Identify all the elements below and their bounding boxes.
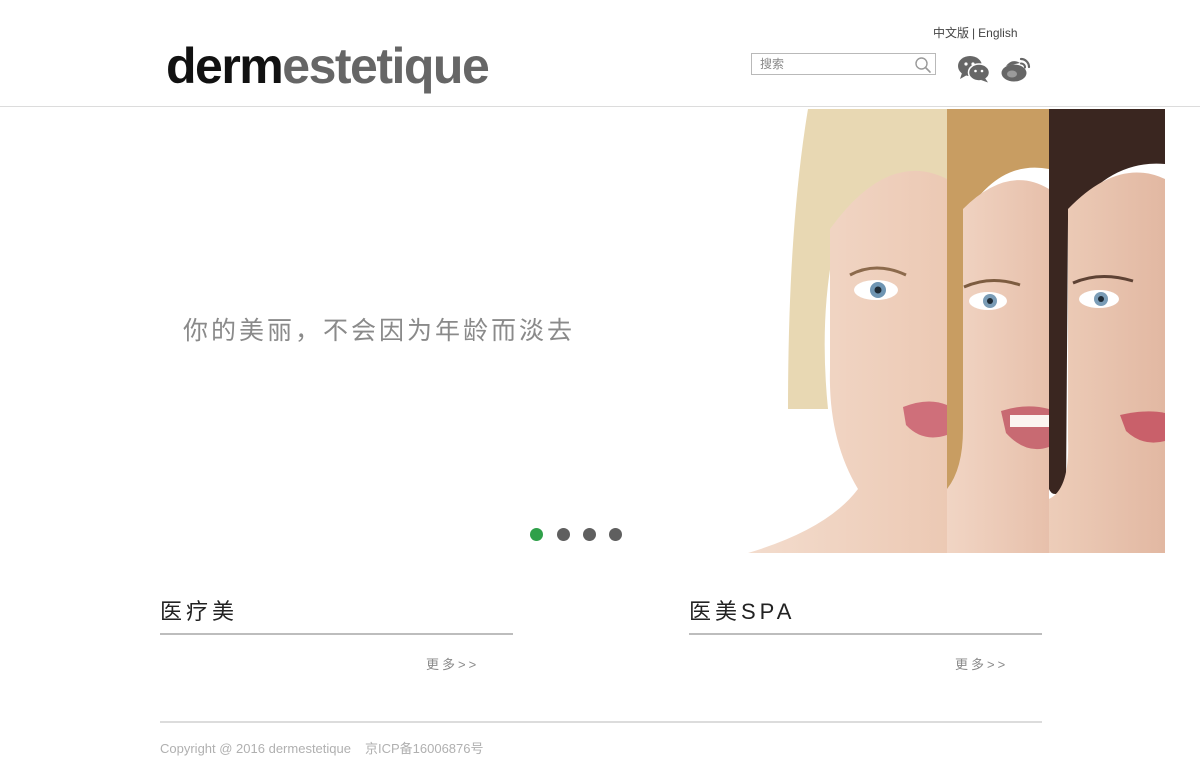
footer-divider — [160, 721, 1042, 723]
logo-light-text: estetique — [282, 38, 490, 94]
slider-dot-4[interactable] — [609, 528, 622, 541]
search-icon[interactable] — [914, 56, 932, 74]
brand-logo[interactable]: dermestetique — [166, 38, 490, 94]
copyright-text: Copyright @ 2016 dermestetique — [160, 741, 351, 756]
wechat-icon[interactable] — [957, 54, 991, 84]
search-input[interactable] — [752, 54, 920, 74]
language-switcher: 中文版 | English — [933, 24, 1018, 41]
slider-dot-3[interactable] — [583, 528, 596, 541]
weibo-icon[interactable] — [1000, 54, 1034, 84]
more-link[interactable]: 更多>> — [426, 654, 479, 673]
section-medical-spa: 医美SPA 更多>> — [689, 598, 1042, 672]
search-box — [751, 53, 936, 75]
icp-license-link[interactable]: 京ICP备16006876号 — [365, 741, 484, 756]
hero-slogan: 你的美丽，不会因为年龄而淡去 — [183, 317, 576, 345]
lang-chinese-link[interactable]: 中文版 — [933, 26, 969, 40]
faces-photo — [748, 109, 1165, 553]
lang-separator: | — [972, 26, 976, 40]
more-link[interactable]: 更多>> — [955, 654, 1008, 673]
logo-dark-text: derm — [166, 38, 284, 94]
site-header: dermestetique 中文版 | English — [0, 0, 1200, 107]
lang-english-link[interactable]: English — [978, 26, 1017, 40]
section-title: 医疗美 — [160, 598, 513, 635]
hero-banner: 你的美丽，不会因为年龄而淡去 — [0, 107, 1200, 553]
site-footer: Copyright @ 2016 dermestetique 京ICP备16006… — [160, 738, 484, 757]
section-title: 医美SPA — [689, 598, 1042, 635]
slider-dot-2[interactable] — [557, 528, 570, 541]
section-medical-beauty: 医疗美 更多>> — [160, 598, 513, 672]
slider-dot-1[interactable] — [530, 528, 543, 541]
